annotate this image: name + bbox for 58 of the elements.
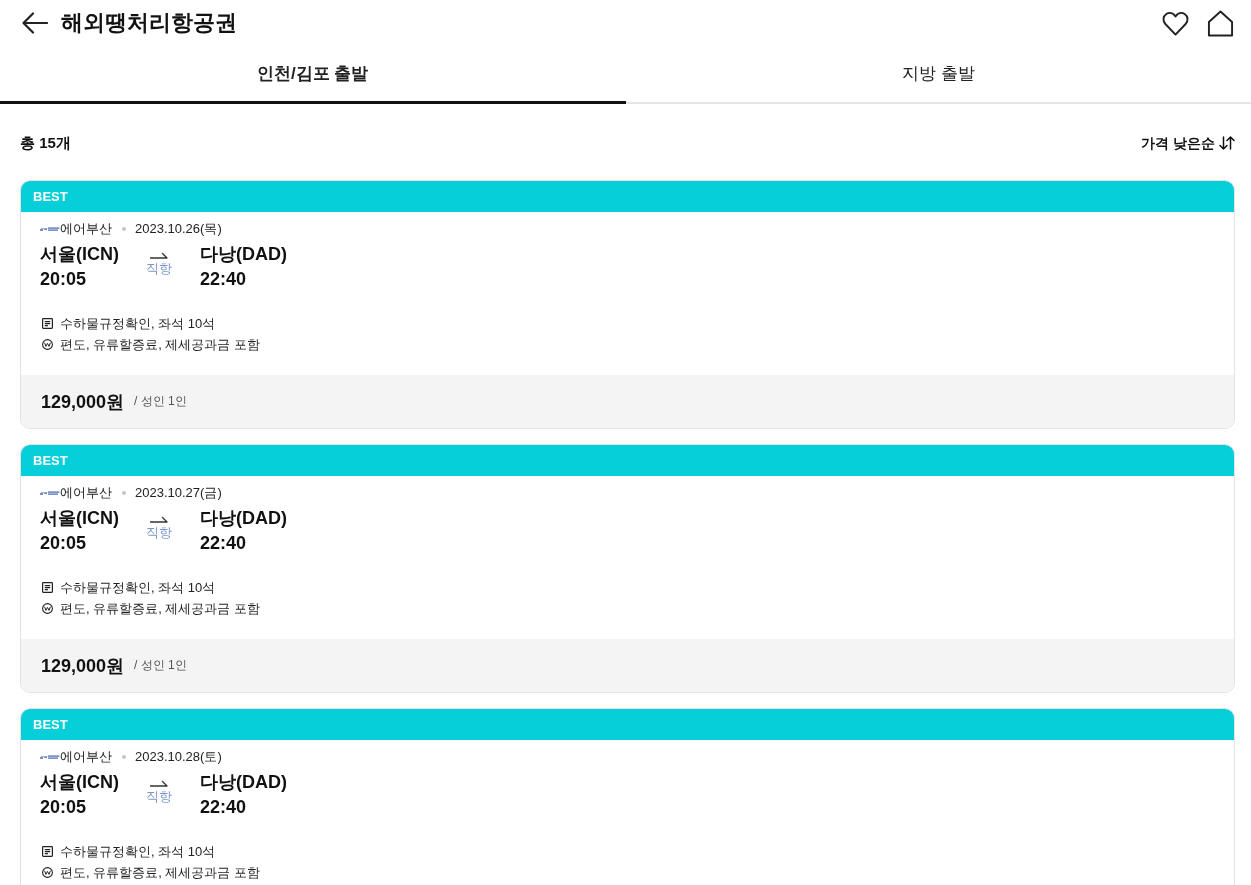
info-text: 수하물규정확인, 좌석 10석 xyxy=(60,315,216,333)
airline-logo-icon xyxy=(40,754,60,760)
best-banner: BEST xyxy=(21,709,1234,740)
dot-icon xyxy=(122,755,126,759)
best-banner: BEST xyxy=(21,181,1234,212)
dot-icon xyxy=(122,227,126,231)
airline-name: 에어부산 xyxy=(60,748,112,766)
info-text: 편도, 유류할증료, 제세공과금 포함 xyxy=(60,336,261,354)
circled-w-icon xyxy=(42,603,53,614)
info-text: 수하물규정확인, 좌석 10석 xyxy=(60,579,216,597)
sort-button[interactable]: 가격 낮은순 xyxy=(1141,134,1235,152)
departure-city: 서울(ICN) xyxy=(40,507,120,530)
flight-card[interactable]: BEST 에어부산 2023.10.26(목) 서울(ICN) 20:05 직항 다낭(DAD) 22:40 수하물규정확인, 좌석 10석 편도, 유류할증료, 제세공과금 포함 129,000원 / 성인 1인 xyxy=(20,180,1235,429)
direct-flight-label: 직항 xyxy=(146,789,172,805)
arrival-time: 22:40 xyxy=(200,532,248,555)
direct-flight-label: 직항 xyxy=(146,525,172,541)
price-note: / 성인 1인 xyxy=(134,393,187,410)
arrival-time: 22:40 xyxy=(200,268,248,291)
result-count: 총 15개 xyxy=(20,134,71,152)
info-text: 편도, 유류할증료, 제세공과금 포함 xyxy=(60,600,261,618)
price-label: 129,000원 xyxy=(41,654,125,678)
sort-arrows-icon xyxy=(1219,136,1235,150)
flight-card[interactable]: BEST 에어부산 2023.10.28(토) 서울(ICN) 20:05 직항 다낭(DAD) 22:40 수하물규정확인, 좌석 10석 편도, 유류할증료, 제세공과금 포함 xyxy=(20,708,1235,885)
tab[interactable]: 지방 출발 xyxy=(625,46,1251,104)
info-text: 수하물규정확인, 좌석 10석 xyxy=(60,843,216,861)
heart-icon[interactable] xyxy=(1162,9,1189,37)
airline-name: 에어부산 xyxy=(60,484,112,502)
arrival-city: 다낭(DAD) xyxy=(200,507,288,530)
departure-time: 20:05 xyxy=(40,532,88,555)
home-icon[interactable] xyxy=(1207,9,1234,37)
departure-city: 서울(ICN) xyxy=(40,771,120,794)
price-label: 129,000원 xyxy=(41,390,125,414)
airline-logo-icon xyxy=(40,226,60,232)
document-icon xyxy=(42,582,53,593)
price-note: / 성인 1인 xyxy=(134,657,187,674)
airline-logo-icon xyxy=(40,490,60,496)
flight-card[interactable]: BEST 에어부산 2023.10.27(금) 서울(ICN) 20:05 직항 다낭(DAD) 22:40 수하물규정확인, 좌석 10석 편도, 유류할증료, 제세공과금 포함 129,000원 / 성인 1인 xyxy=(20,444,1235,693)
arrival-city: 다낭(DAD) xyxy=(200,243,288,266)
departure-time: 20:05 xyxy=(40,268,88,291)
arrival-city: 다낭(DAD) xyxy=(200,771,288,794)
best-banner: BEST xyxy=(21,445,1234,476)
dot-icon xyxy=(122,491,126,495)
circled-w-icon xyxy=(42,867,53,878)
departure-city: 서울(ICN) xyxy=(40,243,120,266)
info-text: 편도, 유류할증료, 제세공과금 포함 xyxy=(60,864,261,882)
departure-time: 20:05 xyxy=(40,796,88,819)
tab[interactable]: 인천/김포 출발 xyxy=(0,46,626,104)
direct-flight-label: 직항 xyxy=(146,261,172,277)
flight-date: 2023.10.26(목) xyxy=(135,220,222,238)
flight-date: 2023.10.28(토) xyxy=(135,748,222,766)
document-icon xyxy=(42,846,53,857)
page-title: 해외땡처리항공권 xyxy=(61,9,238,37)
circled-w-icon xyxy=(42,339,53,350)
back-arrow-icon[interactable] xyxy=(22,12,48,34)
airline-name: 에어부산 xyxy=(60,220,112,238)
arrival-time: 22:40 xyxy=(200,796,248,819)
document-icon xyxy=(42,318,53,329)
flight-date: 2023.10.27(금) xyxy=(135,484,222,502)
